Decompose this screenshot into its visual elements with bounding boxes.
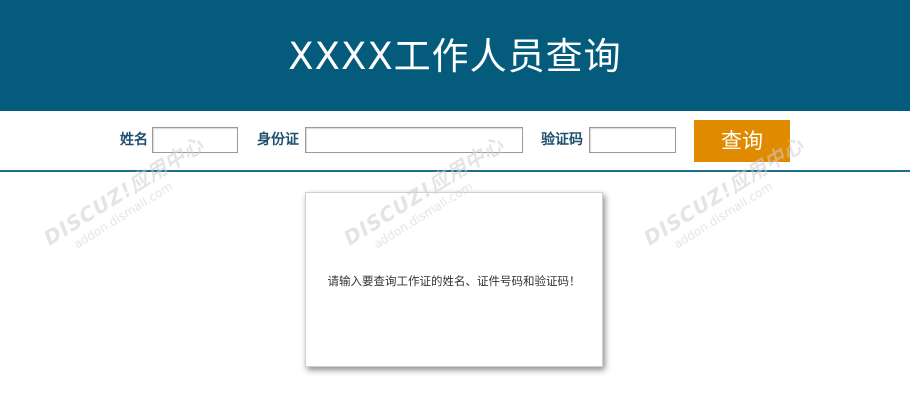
captcha-input[interactable] [589, 127, 676, 153]
id-card-label: 身份证 [257, 132, 299, 148]
page-title: XXXX工作人员查询 [288, 35, 622, 78]
id-card-input[interactable] [305, 127, 523, 153]
watermark-left: DISCUZ!应用中心 addon.dismall.com [39, 132, 290, 280]
name-label: 姓名 [120, 132, 148, 148]
watermark-right: DISCUZ!应用中心 addon.dismall.com [639, 132, 890, 280]
result-message: 请输入要查询工作证的姓名、证件号码和验证码！ [327, 274, 581, 288]
search-bar: 姓名 身份证 验证码 查询 [0, 111, 910, 170]
page: XXXX工作人员查询 姓名 身份证 验证码 查询 请输入要查询工作证的姓名、证件… [0, 0, 910, 395]
search-divider [0, 170, 910, 172]
name-input[interactable] [152, 127, 238, 153]
header-banner: XXXX工作人员查询 [0, 0, 910, 111]
result-panel: 请输入要查询工作证的姓名、证件号码和验证码！ [305, 192, 603, 367]
query-button[interactable]: 查询 [694, 120, 790, 162]
captcha-label: 验证码 [541, 132, 583, 148]
